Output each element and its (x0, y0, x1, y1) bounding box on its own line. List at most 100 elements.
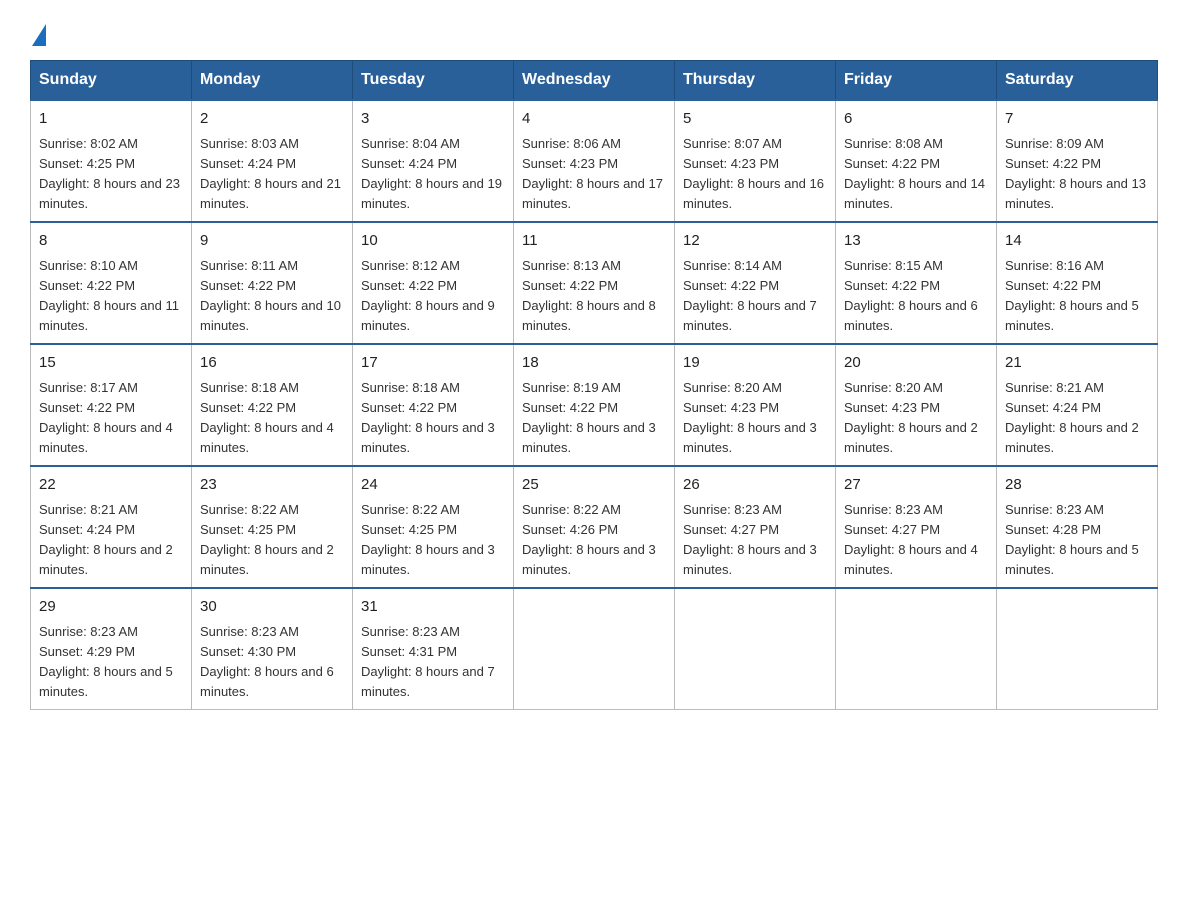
day-number: 3 (361, 108, 505, 131)
day-cell-21: 21 Sunrise: 8:21 AMSunset: 4:24 PMDaylig… (997, 344, 1158, 466)
day-info: Sunrise: 8:15 AMSunset: 4:22 PMDaylight:… (844, 258, 978, 333)
day-info: Sunrise: 8:23 AMSunset: 4:29 PMDaylight:… (39, 624, 173, 699)
day-number: 23 (200, 474, 344, 497)
weekday-header-friday: Friday (836, 61, 997, 101)
weekday-header-row: SundayMondayTuesdayWednesdayThursdayFrid… (31, 61, 1158, 101)
day-number: 18 (522, 352, 666, 375)
weekday-header-monday: Monday (192, 61, 353, 101)
day-info: Sunrise: 8:23 AMSunset: 4:27 PMDaylight:… (844, 502, 978, 577)
day-cell-24: 24 Sunrise: 8:22 AMSunset: 4:25 PMDaylig… (353, 466, 514, 588)
day-info: Sunrise: 8:19 AMSunset: 4:22 PMDaylight:… (522, 380, 656, 455)
empty-cell (997, 588, 1158, 710)
day-cell-12: 12 Sunrise: 8:14 AMSunset: 4:22 PMDaylig… (675, 222, 836, 344)
empty-cell (514, 588, 675, 710)
day-cell-10: 10 Sunrise: 8:12 AMSunset: 4:22 PMDaylig… (353, 222, 514, 344)
week-row-3: 15 Sunrise: 8:17 AMSunset: 4:22 PMDaylig… (31, 344, 1158, 466)
day-info: Sunrise: 8:20 AMSunset: 4:23 PMDaylight:… (844, 380, 978, 455)
day-info: Sunrise: 8:09 AMSunset: 4:22 PMDaylight:… (1005, 136, 1146, 211)
day-number: 20 (844, 352, 988, 375)
day-cell-29: 29 Sunrise: 8:23 AMSunset: 4:29 PMDaylig… (31, 588, 192, 710)
day-cell-6: 6 Sunrise: 8:08 AMSunset: 4:22 PMDayligh… (836, 100, 997, 222)
weekday-header-sunday: Sunday (31, 61, 192, 101)
day-number: 29 (39, 596, 183, 619)
week-row-5: 29 Sunrise: 8:23 AMSunset: 4:29 PMDaylig… (31, 588, 1158, 710)
day-info: Sunrise: 8:16 AMSunset: 4:22 PMDaylight:… (1005, 258, 1139, 333)
day-number: 24 (361, 474, 505, 497)
day-info: Sunrise: 8:21 AMSunset: 4:24 PMDaylight:… (39, 502, 173, 577)
day-info: Sunrise: 8:18 AMSunset: 4:22 PMDaylight:… (361, 380, 495, 455)
day-number: 28 (1005, 474, 1149, 497)
day-info: Sunrise: 8:23 AMSunset: 4:30 PMDaylight:… (200, 624, 334, 699)
day-info: Sunrise: 8:21 AMSunset: 4:24 PMDaylight:… (1005, 380, 1139, 455)
day-cell-5: 5 Sunrise: 8:07 AMSunset: 4:23 PMDayligh… (675, 100, 836, 222)
weekday-header-tuesday: Tuesday (353, 61, 514, 101)
day-cell-14: 14 Sunrise: 8:16 AMSunset: 4:22 PMDaylig… (997, 222, 1158, 344)
day-info: Sunrise: 8:10 AMSunset: 4:22 PMDaylight:… (39, 258, 179, 333)
calendar-table: SundayMondayTuesdayWednesdayThursdayFrid… (30, 60, 1158, 710)
day-number: 6 (844, 108, 988, 131)
day-number: 4 (522, 108, 666, 131)
weekday-header-saturday: Saturday (997, 61, 1158, 101)
day-cell-16: 16 Sunrise: 8:18 AMSunset: 4:22 PMDaylig… (192, 344, 353, 466)
logo-triangle-icon (32, 24, 46, 46)
day-cell-11: 11 Sunrise: 8:13 AMSunset: 4:22 PMDaylig… (514, 222, 675, 344)
day-info: Sunrise: 8:11 AMSunset: 4:22 PMDaylight:… (200, 258, 341, 333)
day-info: Sunrise: 8:18 AMSunset: 4:22 PMDaylight:… (200, 380, 334, 455)
day-number: 15 (39, 352, 183, 375)
day-cell-1: 1 Sunrise: 8:02 AMSunset: 4:25 PMDayligh… (31, 100, 192, 222)
day-number: 14 (1005, 230, 1149, 253)
day-info: Sunrise: 8:07 AMSunset: 4:23 PMDaylight:… (683, 136, 824, 211)
day-info: Sunrise: 8:02 AMSunset: 4:25 PMDaylight:… (39, 136, 180, 211)
day-cell-28: 28 Sunrise: 8:23 AMSunset: 4:28 PMDaylig… (997, 466, 1158, 588)
day-number: 5 (683, 108, 827, 131)
week-row-2: 8 Sunrise: 8:10 AMSunset: 4:22 PMDayligh… (31, 222, 1158, 344)
day-number: 19 (683, 352, 827, 375)
day-info: Sunrise: 8:13 AMSunset: 4:22 PMDaylight:… (522, 258, 656, 333)
day-number: 13 (844, 230, 988, 253)
day-info: Sunrise: 8:22 AMSunset: 4:25 PMDaylight:… (361, 502, 495, 577)
day-info: Sunrise: 8:04 AMSunset: 4:24 PMDaylight:… (361, 136, 502, 211)
day-number: 27 (844, 474, 988, 497)
day-number: 1 (39, 108, 183, 131)
page-header (30, 20, 1158, 42)
day-cell-17: 17 Sunrise: 8:18 AMSunset: 4:22 PMDaylig… (353, 344, 514, 466)
day-number: 9 (200, 230, 344, 253)
day-number: 31 (361, 596, 505, 619)
day-cell-2: 2 Sunrise: 8:03 AMSunset: 4:24 PMDayligh… (192, 100, 353, 222)
day-info: Sunrise: 8:08 AMSunset: 4:22 PMDaylight:… (844, 136, 985, 211)
day-number: 25 (522, 474, 666, 497)
day-number: 21 (1005, 352, 1149, 375)
day-number: 12 (683, 230, 827, 253)
day-cell-13: 13 Sunrise: 8:15 AMSunset: 4:22 PMDaylig… (836, 222, 997, 344)
week-row-4: 22 Sunrise: 8:21 AMSunset: 4:24 PMDaylig… (31, 466, 1158, 588)
day-cell-30: 30 Sunrise: 8:23 AMSunset: 4:30 PMDaylig… (192, 588, 353, 710)
weekday-header-wednesday: Wednesday (514, 61, 675, 101)
day-info: Sunrise: 8:20 AMSunset: 4:23 PMDaylight:… (683, 380, 817, 455)
day-info: Sunrise: 8:12 AMSunset: 4:22 PMDaylight:… (361, 258, 495, 333)
day-cell-4: 4 Sunrise: 8:06 AMSunset: 4:23 PMDayligh… (514, 100, 675, 222)
day-number: 7 (1005, 108, 1149, 131)
day-info: Sunrise: 8:06 AMSunset: 4:23 PMDaylight:… (522, 136, 663, 211)
day-info: Sunrise: 8:23 AMSunset: 4:31 PMDaylight:… (361, 624, 495, 699)
day-info: Sunrise: 8:23 AMSunset: 4:28 PMDaylight:… (1005, 502, 1139, 577)
day-number: 22 (39, 474, 183, 497)
day-cell-26: 26 Sunrise: 8:23 AMSunset: 4:27 PMDaylig… (675, 466, 836, 588)
day-number: 30 (200, 596, 344, 619)
weekday-header-thursday: Thursday (675, 61, 836, 101)
day-number: 10 (361, 230, 505, 253)
day-number: 8 (39, 230, 183, 253)
empty-cell (836, 588, 997, 710)
day-info: Sunrise: 8:14 AMSunset: 4:22 PMDaylight:… (683, 258, 817, 333)
day-number: 16 (200, 352, 344, 375)
day-cell-20: 20 Sunrise: 8:20 AMSunset: 4:23 PMDaylig… (836, 344, 997, 466)
day-info: Sunrise: 8:22 AMSunset: 4:26 PMDaylight:… (522, 502, 656, 577)
day-number: 26 (683, 474, 827, 497)
day-info: Sunrise: 8:03 AMSunset: 4:24 PMDaylight:… (200, 136, 341, 211)
week-row-1: 1 Sunrise: 8:02 AMSunset: 4:25 PMDayligh… (31, 100, 1158, 222)
day-cell-9: 9 Sunrise: 8:11 AMSunset: 4:22 PMDayligh… (192, 222, 353, 344)
day-cell-8: 8 Sunrise: 8:10 AMSunset: 4:22 PMDayligh… (31, 222, 192, 344)
day-number: 2 (200, 108, 344, 131)
day-cell-15: 15 Sunrise: 8:17 AMSunset: 4:22 PMDaylig… (31, 344, 192, 466)
day-cell-27: 27 Sunrise: 8:23 AMSunset: 4:27 PMDaylig… (836, 466, 997, 588)
day-cell-18: 18 Sunrise: 8:19 AMSunset: 4:22 PMDaylig… (514, 344, 675, 466)
